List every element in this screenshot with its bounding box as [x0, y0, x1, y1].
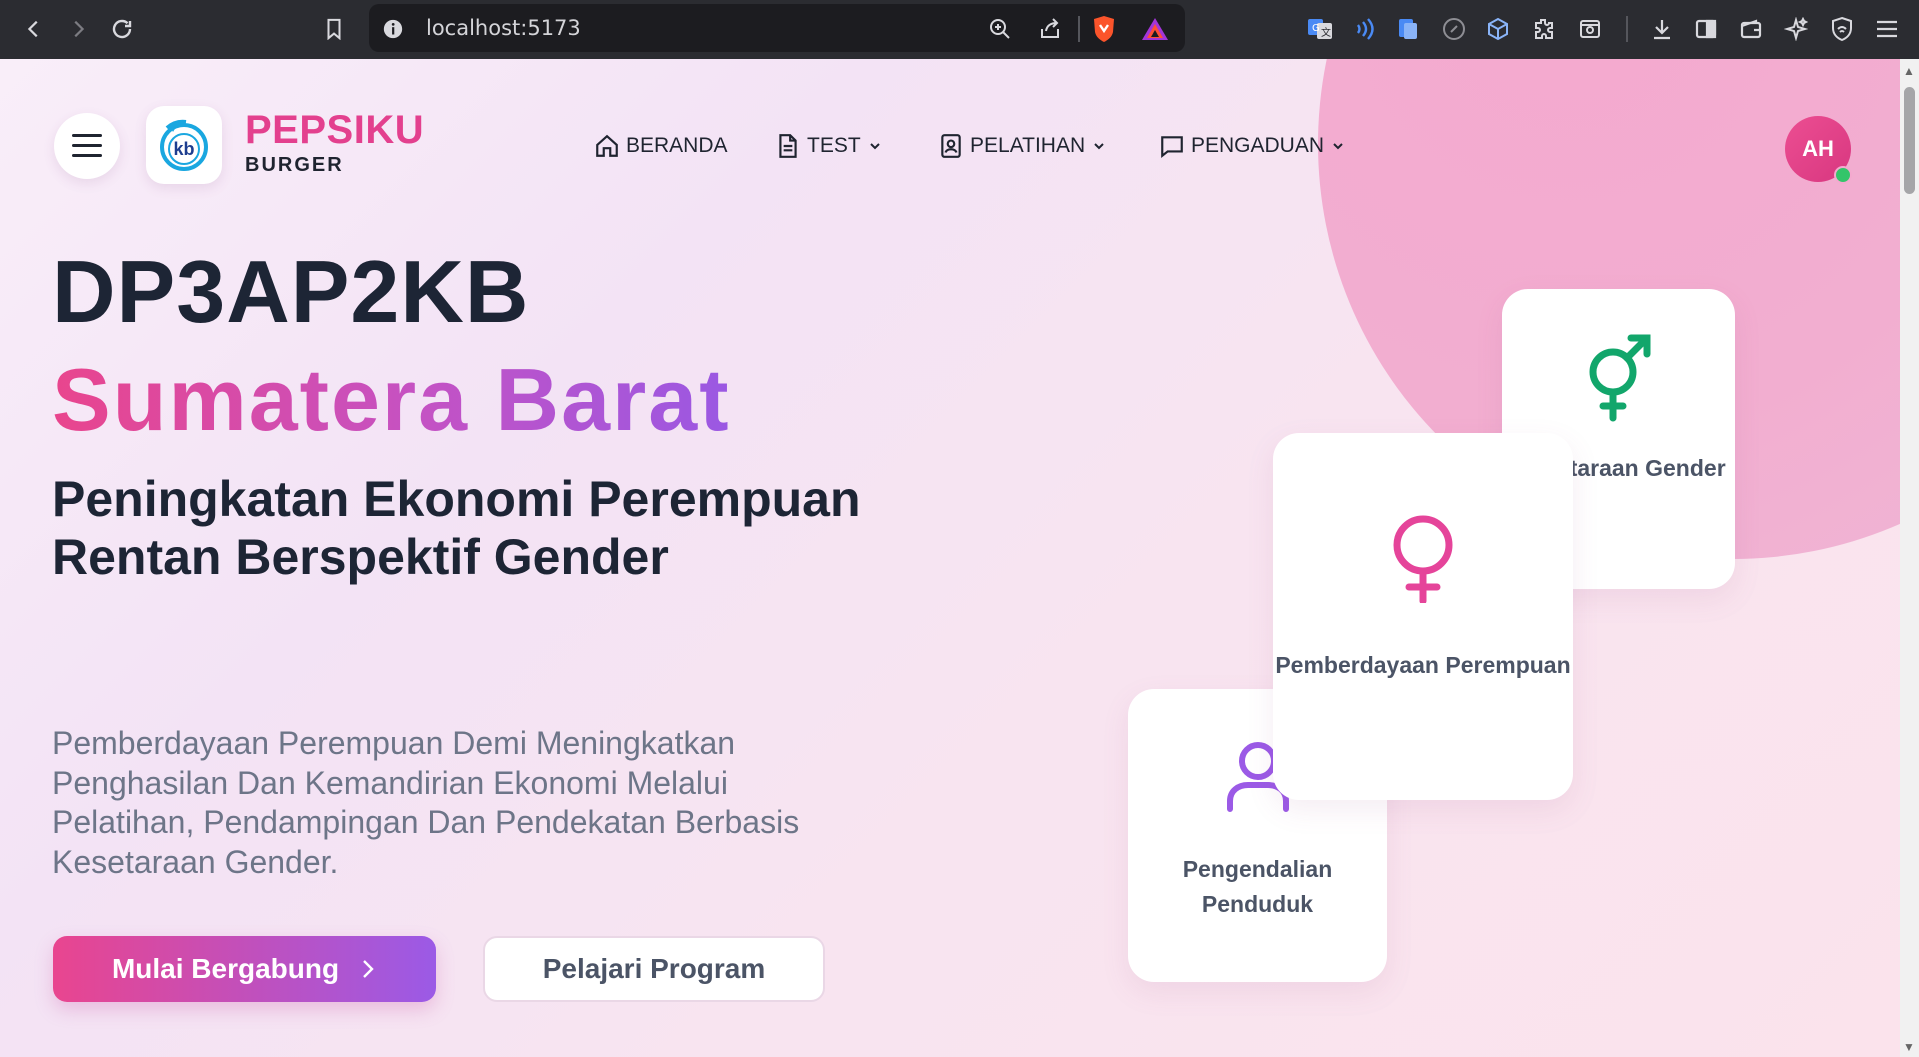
toolbar-separator [1626, 16, 1628, 42]
learn-program-label: Pelajari Program [542, 953, 766, 984]
screenshot-extension-icon[interactable] [1576, 15, 1604, 43]
scroll-up-arrow[interactable]: ▲ [1903, 64, 1915, 78]
card-women-empowerment[interactable]: Pemberdayaan Perempuan [1273, 433, 1573, 800]
card-label: Pemberdayaan Perempuan [1275, 652, 1571, 678]
home-icon [596, 134, 618, 157]
learn-program-button[interactable]: Pelajari Program [483, 936, 825, 1002]
svg-text:G: G [1312, 23, 1320, 34]
chevron-right-icon [363, 960, 374, 978]
back-icon[interactable] [20, 15, 48, 43]
menu-line [72, 134, 102, 137]
menu-icon[interactable] [1873, 15, 1901, 43]
zoom-icon[interactable] [986, 15, 1014, 43]
chevron-down-icon [869, 143, 880, 150]
forward-icon[interactable] [64, 15, 92, 43]
chat-icon [1161, 136, 1183, 159]
nav-pelatihan[interactable]: PELATIHAN [938, 132, 1107, 160]
hero-description: Pemberdayaan Perempuan Demi Meningkatkan… [52, 725, 800, 881]
nav-label: BERANDA [626, 134, 728, 157]
read-aloud-icon[interactable] [1350, 15, 1378, 43]
nav-beranda[interactable]: BERANDA [594, 132, 728, 160]
scroll-down-arrow[interactable]: ▼ [1903, 1040, 1915, 1054]
bookmark-icon[interactable] [320, 15, 348, 43]
join-button-label: Mulai Bergabung [111, 953, 340, 984]
nav-label: PELATIHAN [970, 134, 1086, 157]
wallet-icon[interactable] [1737, 15, 1765, 43]
brand-name[interactable]: PEPSIKU [245, 108, 424, 153]
reload-icon[interactable] [108, 15, 136, 43]
join-button[interactable]: Mulai Bergabung [53, 936, 436, 1002]
browser-toolbar: localhost:5173 G文 [0, 0, 1919, 59]
hamburger-menu-button[interactable] [54, 113, 120, 179]
cube-extension-icon[interactable] [1484, 15, 1512, 43]
menu-line [72, 154, 102, 157]
scrollbar-track[interactable] [1900, 59, 1919, 1057]
card-label: Pengendalian Penduduk [1182, 856, 1333, 917]
notes-extension-icon[interactable] [1394, 15, 1422, 43]
url-text[interactable]: localhost:5173 [426, 16, 581, 40]
compass-icon[interactable] [1440, 15, 1468, 43]
svg-text:kb: kb [173, 139, 194, 159]
brave-shields-icon[interactable] [1090, 15, 1118, 43]
document-icon [779, 134, 797, 158]
extensions-icon[interactable] [1530, 15, 1558, 43]
contact-book-icon [941, 134, 961, 158]
download-icon[interactable] [1648, 15, 1676, 43]
leo-ai-icon[interactable] [1782, 15, 1810, 43]
gender-symbol-icon [1583, 334, 1655, 427]
chevron-down-icon [1094, 143, 1104, 150]
nav-pengaduan[interactable]: PENGADUAN [1159, 132, 1346, 160]
hero-title: DP3AP2KB [52, 242, 530, 341]
vpn-icon[interactable] [1828, 15, 1856, 43]
nav-label: TEST [807, 134, 861, 157]
hero-subtitle: Peningkatan Ekonomi Perempuan Rentan Ber… [52, 471, 861, 585]
svg-text:文: 文 [1321, 26, 1331, 39]
female-symbol-icon [1388, 515, 1458, 608]
hero-title-accent: Sumatera Barat [52, 350, 731, 449]
menu-line [72, 144, 102, 147]
online-status-indicator [1834, 166, 1852, 184]
brand-subtitle: BURGER [245, 154, 344, 176]
brave-rewards-icon[interactable] [1141, 15, 1169, 43]
kb-logo-icon: kb [160, 119, 208, 171]
logo[interactable]: kb [146, 106, 222, 184]
nav-label: PENGADUAN [1191, 134, 1325, 157]
site-info-icon[interactable] [379, 15, 407, 43]
share-icon[interactable] [1036, 15, 1064, 43]
sidebar-icon[interactable] [1692, 15, 1720, 43]
nav-test[interactable]: TEST [775, 132, 883, 160]
scrollbar-thumb[interactable] [1904, 87, 1915, 194]
translate-icon[interactable]: G文 [1306, 15, 1334, 43]
toolbar-separator [1078, 16, 1080, 42]
chevron-down-icon [1333, 143, 1343, 150]
